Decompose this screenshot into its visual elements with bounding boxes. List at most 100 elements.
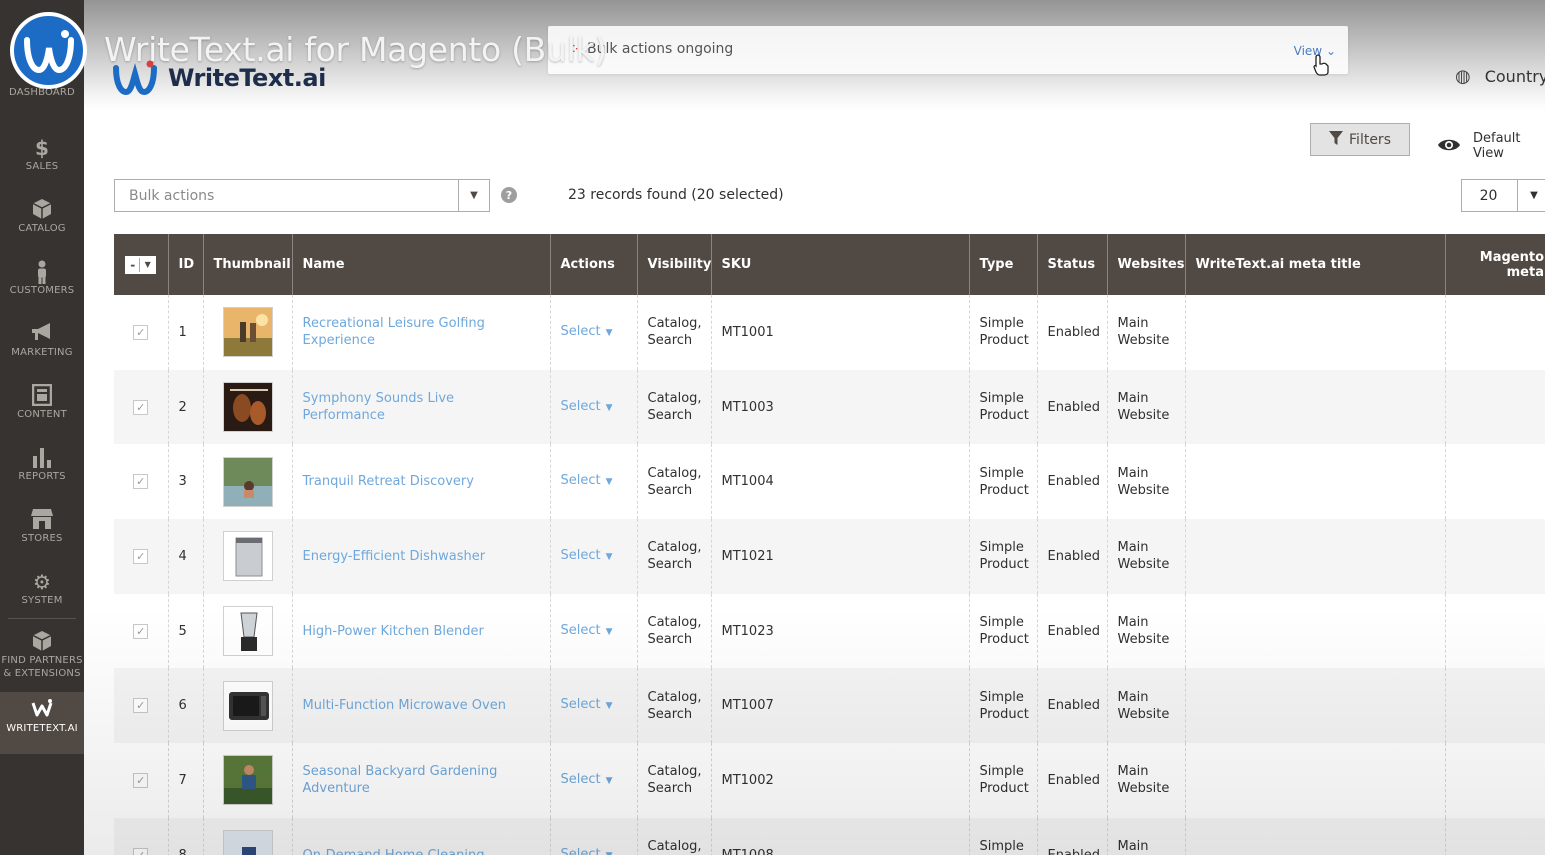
- sidebar-item-system[interactable]: ⚙ SYSTEM: [0, 564, 84, 626]
- type-line1: Simple: [979, 764, 1024, 780]
- column-header-status[interactable]: Status: [1037, 234, 1108, 295]
- row-actions-select[interactable]: Select ▼: [561, 623, 613, 638]
- product-thumbnail[interactable]: [222, 680, 273, 731]
- type-line2: Product: [979, 706, 1029, 722]
- row-checkbox[interactable]: ✓: [133, 548, 149, 564]
- help-icon[interactable]: ?: [501, 187, 517, 203]
- cell-id: 8: [168, 817, 204, 855]
- column-header-sku[interactable]: SKU: [711, 234, 970, 295]
- table-row: ✓ 2 Symphony Sounds Live Performance Select…: [114, 369, 1545, 445]
- row-actions-select[interactable]: Select ▼: [561, 847, 613, 855]
- column-header-id[interactable]: ID: [168, 234, 204, 295]
- row-actions-select[interactable]: Select ▼: [561, 772, 613, 787]
- product-name-link[interactable]: Tranquil Retreat Discovery: [303, 474, 474, 489]
- product-thumbnail[interactable]: [222, 456, 273, 507]
- default-view-selector[interactable]: Default View: [1437, 131, 1545, 161]
- cell-sku: MT1003: [711, 369, 970, 445]
- type-line1: Simple: [979, 839, 1024, 855]
- cell-status: Enabled: [1037, 295, 1108, 370]
- cell-actions: Select ▼: [550, 743, 638, 818]
- sidebar-item-stores[interactable]: STORES: [0, 502, 84, 564]
- column-header-type[interactable]: Type: [969, 234, 1038, 295]
- person-icon: [0, 260, 84, 284]
- cell-name: Tranquil Retreat Discovery: [292, 444, 551, 520]
- row-checkbox[interactable]: ✓: [133, 474, 149, 490]
- visibility-line1: Catalog,: [647, 839, 702, 855]
- cell-type: SimpleProduct: [969, 593, 1038, 669]
- product-name-link[interactable]: Recreational Leisure Golfing Experience: [303, 316, 485, 348]
- sidebar-item-customers[interactable]: CUSTOMERS: [0, 254, 84, 316]
- cell-websites: MainWebsite: [1107, 743, 1186, 818]
- filters-button[interactable]: Filters: [1310, 123, 1410, 156]
- table-row: ✓ 8 On-Demand Home Cleaning Select ▼ Catalog,…: [114, 817, 1545, 855]
- column-header-writetext-meta-title[interactable]: WriteText.ai meta title: [1185, 234, 1446, 295]
- visibility-line2: Search: [647, 632, 693, 648]
- cell-status: Enabled: [1037, 817, 1108, 855]
- product-name-link[interactable]: Symphony Sounds Live Performance: [303, 391, 455, 423]
- column-header-magento-meta[interactable]: Magento meta: [1445, 234, 1545, 295]
- column-header-visibility[interactable]: Visibility: [637, 234, 712, 295]
- product-thumbnail[interactable]: [222, 382, 273, 433]
- pointer-cursor-icon: [1313, 54, 1329, 81]
- default-view-label: Default View: [1473, 131, 1521, 161]
- cell-actions: Select ▼: [550, 817, 638, 855]
- product-thumbnail[interactable]: [222, 606, 273, 657]
- sidebar-item-content[interactable]: CONTENT: [0, 378, 84, 440]
- product-name-link[interactable]: Multi-Function Microwave Oven: [303, 698, 506, 713]
- sidebar-item-marketing[interactable]: MARKETING: [0, 316, 84, 378]
- notice-text: Bulk actions ongoing: [587, 41, 734, 57]
- cell-actions: Select ▼: [550, 668, 638, 744]
- product-name-link[interactable]: On-Demand Home Cleaning: [303, 848, 485, 855]
- cell-websites: MainWebsite: [1107, 593, 1186, 669]
- row-checkbox[interactable]: ✓: [133, 623, 149, 639]
- mass-select-control[interactable]: - ▼: [125, 255, 157, 274]
- row-actions-select[interactable]: Select ▼: [561, 324, 613, 339]
- country-label: Country: [1484, 67, 1545, 86]
- row-actions-select[interactable]: Select ▼: [561, 697, 613, 712]
- sidebar-item-reports[interactable]: REPORTS: [0, 440, 84, 502]
- visibility-line2: Search: [647, 706, 693, 722]
- row-checkbox[interactable]: ✓: [133, 324, 149, 340]
- sidebar-item-find-partners[interactable]: FIND PARTNERS & EXTENSIONS: [0, 624, 84, 690]
- column-header-name[interactable]: Name: [292, 234, 551, 295]
- product-thumbnail[interactable]: [222, 531, 273, 582]
- website-line1: Main: [1117, 615, 1149, 631]
- row-checkbox[interactable]: ✓: [133, 847, 149, 855]
- sidebar-item-sales[interactable]: $ SALES: [0, 130, 84, 192]
- row-checkbox[interactable]: ✓: [133, 399, 149, 415]
- row-actions-select[interactable]: Select ▼: [561, 399, 613, 414]
- product-name-link[interactable]: Seasonal Backyard Gardening Adventure: [303, 764, 498, 796]
- row-actions-select[interactable]: Select ▼: [561, 548, 613, 563]
- row-checkbox-cell: ✓: [114, 519, 169, 594]
- cell-websites: MainWebsite: [1107, 519, 1186, 594]
- cell-thumbnail: [203, 295, 293, 370]
- row-checkbox[interactable]: ✓: [133, 698, 149, 714]
- product-thumbnail[interactable]: [222, 830, 273, 855]
- bulk-actions-select[interactable]: Bulk actions ▼: [114, 179, 490, 212]
- gear-icon: ⚙: [33, 570, 51, 594]
- column-header-thumbnail: Thumbnail: [203, 234, 293, 295]
- chevron-down-icon[interactable]: ▼: [458, 180, 489, 211]
- cell-actions: Select ▼: [550, 593, 638, 669]
- row-checkbox-cell: ✓: [114, 295, 169, 370]
- column-header-websites[interactable]: Websites: [1107, 234, 1186, 295]
- chevron-down-icon[interactable]: ▼: [1517, 180, 1545, 211]
- type-line1: Simple: [979, 615, 1024, 631]
- cell-status: Enabled: [1037, 369, 1108, 445]
- cell-sku: MT1002: [711, 743, 970, 818]
- per-page-value: 20: [1479, 188, 1498, 204]
- sidebar-item-writetext[interactable]: WRITETEXT.AI: [0, 692, 84, 754]
- product-thumbnail[interactable]: [222, 755, 273, 806]
- per-page-select[interactable]: 20 ▼: [1461, 179, 1545, 212]
- cell-magento-meta: [1445, 369, 1545, 445]
- type-line1: Simple: [979, 540, 1024, 556]
- cell-id: 7: [168, 743, 204, 818]
- country-selector[interactable]: ◍ Country: [1455, 66, 1545, 87]
- sidebar-item-catalog[interactable]: CATALOG: [0, 192, 84, 254]
- product-name-link[interactable]: Energy-Efficient Dishwasher: [303, 549, 486, 564]
- product-name-link[interactable]: High-Power Kitchen Blender: [303, 624, 484, 639]
- product-thumbnail[interactable]: [222, 307, 273, 358]
- table-row: ✓ 1 Recreational Leisure Golfing Experienc…: [114, 295, 1545, 370]
- row-checkbox[interactable]: ✓: [133, 772, 149, 788]
- row-actions-select[interactable]: Select ▼: [561, 473, 613, 488]
